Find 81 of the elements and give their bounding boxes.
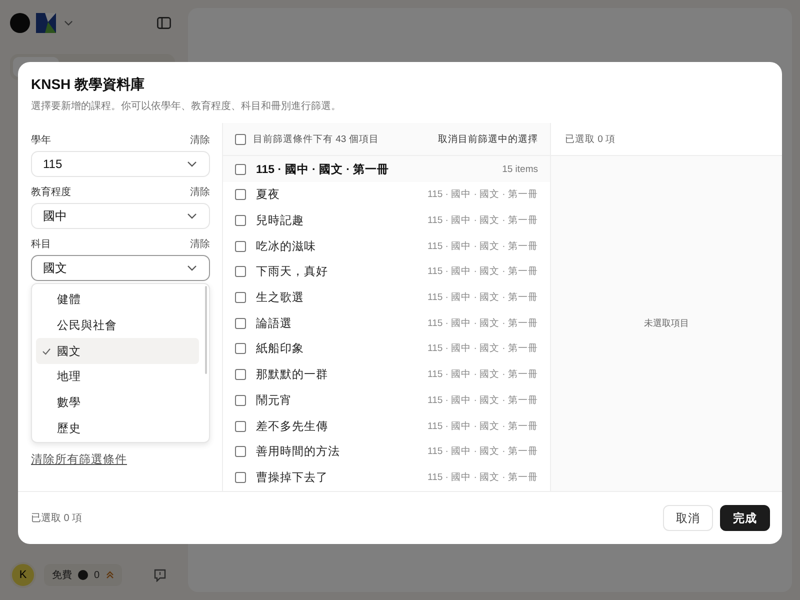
- select-field[interactable]: 115: [31, 151, 210, 177]
- circle-logo-icon: [10, 13, 30, 33]
- avatar[interactable]: K: [10, 562, 36, 588]
- dropdown-option[interactable]: 地理: [36, 364, 199, 390]
- item-meta: 115 · 國中 · 國文 · 第一冊: [428, 188, 538, 202]
- item-title: 吃冰的滋味: [256, 240, 316, 254]
- filter-label: 學年: [31, 134, 51, 147]
- filter-label: 科目: [31, 238, 51, 251]
- item-meta: 115 · 國中 · 國文 · 第一冊: [428, 342, 538, 356]
- group-count: 15 items: [502, 164, 538, 174]
- scrollbar[interactable]: [205, 286, 207, 374]
- item-meta: 115 · 國中 · 國文 · 第一冊: [428, 240, 538, 253]
- select-all-checkbox[interactable]: [235, 134, 246, 144]
- double-chevron-up-icon: [106, 571, 114, 579]
- item-meta: 115 · 國中 · 國文 · 第一冊: [428, 445, 538, 458]
- item-title: 鬧元宵: [256, 393, 292, 408]
- item-meta: 115 · 國中 · 國文 · 第一冊: [428, 316, 538, 330]
- item-meta: 115 · 國中 · 國文 · 第一冊: [428, 291, 538, 304]
- select-field[interactable]: 國文: [31, 255, 210, 281]
- item-meta: 115 · 國中 · 國文 · 第一冊: [428, 420, 538, 433]
- chevron-down-icon: [187, 265, 197, 271]
- item-title: 紙船印象: [256, 342, 304, 356]
- deselect-link[interactable]: 取消目前篩選中的選擇: [438, 132, 538, 146]
- dropdown-option[interactable]: 健體: [36, 287, 199, 313]
- dialog-title: KNSH 教學資料庫: [31, 76, 146, 94]
- item-meta: 115 · 國中 · 國文 · 第一冊: [428, 368, 538, 382]
- item-title: 兒時記趣: [256, 214, 304, 228]
- item-title: 那默默的一群: [256, 368, 328, 382]
- item-checkbox[interactable]: [235, 266, 246, 278]
- chevron-down-icon: [187, 213, 197, 219]
- item-checkbox[interactable]: [235, 189, 246, 200]
- dropdown-option[interactable]: 歷史: [36, 415, 199, 442]
- item-title: 善用時間的方法: [256, 444, 340, 460]
- item-meta: 115 · 國中 · 國文 · 第一冊: [428, 394, 538, 407]
- item-checkbox[interactable]: [235, 394, 246, 406]
- filter-label: 教育程度: [31, 186, 71, 199]
- dropdown-option[interactable]: 國文: [36, 338, 199, 364]
- item-meta: 115 · 國中 · 國文 · 第一冊: [428, 214, 538, 228]
- clear-link[interactable]: 清除: [190, 237, 210, 251]
- item-checkbox[interactable]: [235, 369, 246, 380]
- item-meta: 115 · 國中 · 國文 · 第一冊: [428, 265, 538, 278]
- credit-count: 0: [94, 570, 100, 580]
- dropdown-option[interactable]: 公民與社會: [36, 312, 199, 338]
- select-field[interactable]: 國中: [31, 203, 210, 229]
- cancel-button[interactable]: 取消: [663, 505, 713, 531]
- coin-icon: [78, 570, 88, 580]
- item-checkbox[interactable]: [235, 420, 246, 432]
- sidebar-toggle-icon[interactable]: [157, 17, 171, 29]
- feedback-icon[interactable]: [153, 568, 167, 582]
- done-button[interactable]: 完成: [720, 505, 770, 531]
- logo-icon[interactable]: [36, 13, 56, 33]
- footer-count: 已選取 0 項: [31, 512, 82, 525]
- plan-badge[interactable]: 免費 0: [44, 564, 122, 586]
- item-checkbox[interactable]: [235, 215, 246, 226]
- checkmark-icon: [42, 348, 51, 355]
- item-title: 論語選: [256, 316, 292, 331]
- selected-count: 已選取 0 項: [565, 132, 616, 146]
- item-title: 差不多先生傳: [256, 420, 328, 434]
- item-checkbox[interactable]: [235, 292, 246, 304]
- item-title: 生之歌選: [256, 290, 304, 306]
- item-title: 夏夜: [256, 187, 280, 202]
- item-checkbox[interactable]: [235, 240, 246, 252]
- group-checkbox[interactable]: [235, 164, 246, 174]
- dropdown-option[interactable]: 數學: [36, 390, 199, 416]
- clear-link[interactable]: 清除: [190, 185, 210, 199]
- item-title: 下雨天，真好: [256, 264, 328, 280]
- clear-all-link[interactable]: 清除所有篩選條件: [31, 452, 210, 467]
- empty-message: 未選取項目: [644, 317, 689, 330]
- plan-label: 免費: [52, 568, 72, 582]
- chevron-down-icon: [187, 161, 197, 167]
- dialog-subtitle: 選擇要新增的課程。你可以依學年、教育程度、科目和冊別進行篩選。: [31, 100, 342, 113]
- item-checkbox[interactable]: [235, 343, 246, 354]
- item-checkbox[interactable]: [235, 472, 246, 483]
- item-title: 曹操掉下去了: [256, 470, 328, 485]
- item-count: 目前篩選條件下有 43 個項目: [253, 132, 379, 146]
- item-meta: 115 · 國中 · 國文 · 第一冊: [428, 470, 538, 484]
- item-checkbox[interactable]: [235, 446, 246, 458]
- chevron-down-icon[interactable]: [64, 20, 73, 26]
- group-title: 115 · 國中 · 國文 · 第一冊: [256, 162, 390, 176]
- item-checkbox[interactable]: [235, 318, 246, 329]
- clear-link[interactable]: 清除: [190, 133, 210, 147]
